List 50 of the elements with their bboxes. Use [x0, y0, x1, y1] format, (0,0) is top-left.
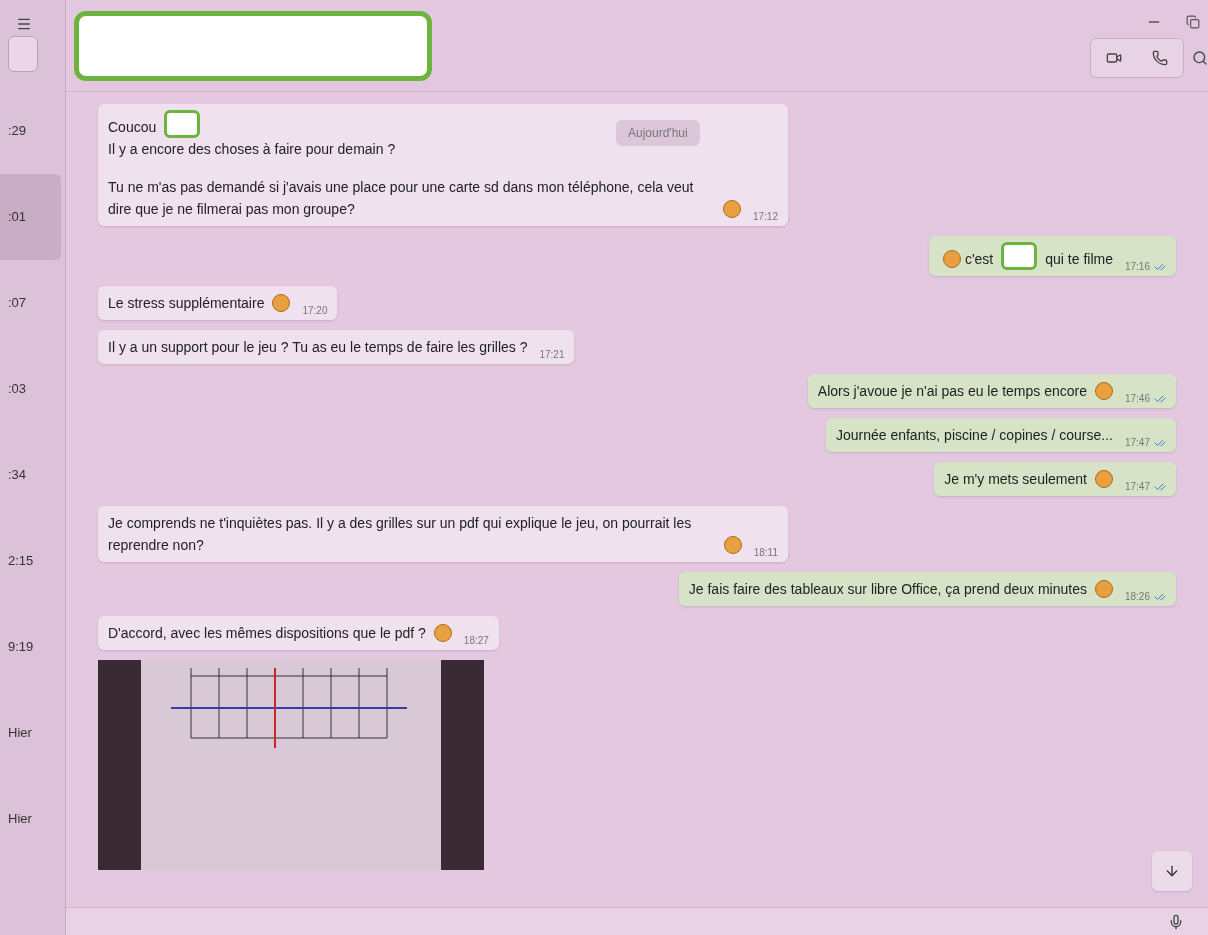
emoji-icon [433, 624, 452, 642]
message-text: Le stress supplémentaire [108, 294, 265, 313]
message-time: 18:11 [753, 546, 778, 560]
emoji-icon [272, 294, 291, 312]
menu-icon[interactable] [16, 16, 32, 32]
message-text: D'accord, avec les mêmes dispositions que le pdf ? [108, 624, 426, 643]
search-field[interactable] [8, 36, 38, 72]
message-text: Il y a encore des choses à faire pour demain ? [108, 140, 396, 159]
date-chip: Aujourd'hui [616, 120, 700, 146]
message-time: 17:12 [752, 210, 778, 224]
message-time: 17:47 [1124, 480, 1150, 494]
chat-list-item[interactable]: 2:15 [0, 518, 61, 604]
message-time: 17:16 [1124, 260, 1150, 274]
message-time: 17:47 [1124, 436, 1150, 450]
redaction-box [164, 110, 201, 138]
chat-list-item[interactable]: :03 [0, 346, 61, 432]
emoji-icon [1094, 470, 1113, 488]
message-text: Alors j'avoue je n'ai pas eu le temps encore [817, 382, 1087, 401]
search-icon[interactable] [1192, 49, 1208, 66]
message-text: Tu ne m'as pas demandé si j'avais une place pour une carte sd dans mon téléphone, cela veut dire que je ne filmerai pas mon groupe? [108, 178, 695, 219]
message-text: Je comprends ne t'inquiètes pas. Il y a des grilles sur un pdf qui explique le jeu, on pourrait les reprendre non? [108, 514, 693, 555]
chat-list-item[interactable]: :07 [0, 260, 61, 346]
emoji-icon [1094, 382, 1113, 400]
chat-list-item[interactable]: :34 [0, 432, 61, 518]
message-text: Coucou [108, 118, 157, 137]
message-text: qui te filme [1045, 250, 1113, 269]
emoji-icon [723, 536, 742, 554]
message-time: 17:20 [302, 304, 328, 318]
message-time: 18:26 [1124, 590, 1150, 604]
message-text: Je m'y mets seulement [944, 470, 1087, 489]
microphone-icon[interactable] [1168, 913, 1184, 930]
scroll-down-button[interactable] [1152, 851, 1192, 891]
message-text: Journée enfants, piscine / copines / course... [835, 426, 1113, 445]
redaction-box [1001, 242, 1038, 270]
chat-list-item[interactable]: 9:19 [0, 604, 61, 690]
emoji-icon [722, 200, 741, 218]
phone-icon [1152, 49, 1168, 66]
message-text: Il y a un support pour le jeu ? Tu as eu le temps de faire les grilles ? [108, 338, 528, 357]
message-text: c'est [964, 250, 994, 269]
message-time: 17:21 [539, 348, 565, 362]
chat-list-item[interactable]: Hier [0, 690, 61, 776]
chat-list-item[interactable]: Hier [0, 776, 61, 862]
message-text: Je fais faire des tableaux sur libre Office, ça prend deux minutes [688, 580, 1087, 599]
emoji-icon [942, 250, 961, 268]
restore-icon[interactable] [1186, 14, 1200, 29]
chat-list-item[interactable]: :29 [0, 88, 61, 174]
emoji-icon [1094, 580, 1113, 598]
message-time: 18:27 [463, 634, 489, 648]
chat-list-item[interactable]: :01 [0, 174, 61, 260]
message-time: 17:46 [1124, 392, 1150, 406]
